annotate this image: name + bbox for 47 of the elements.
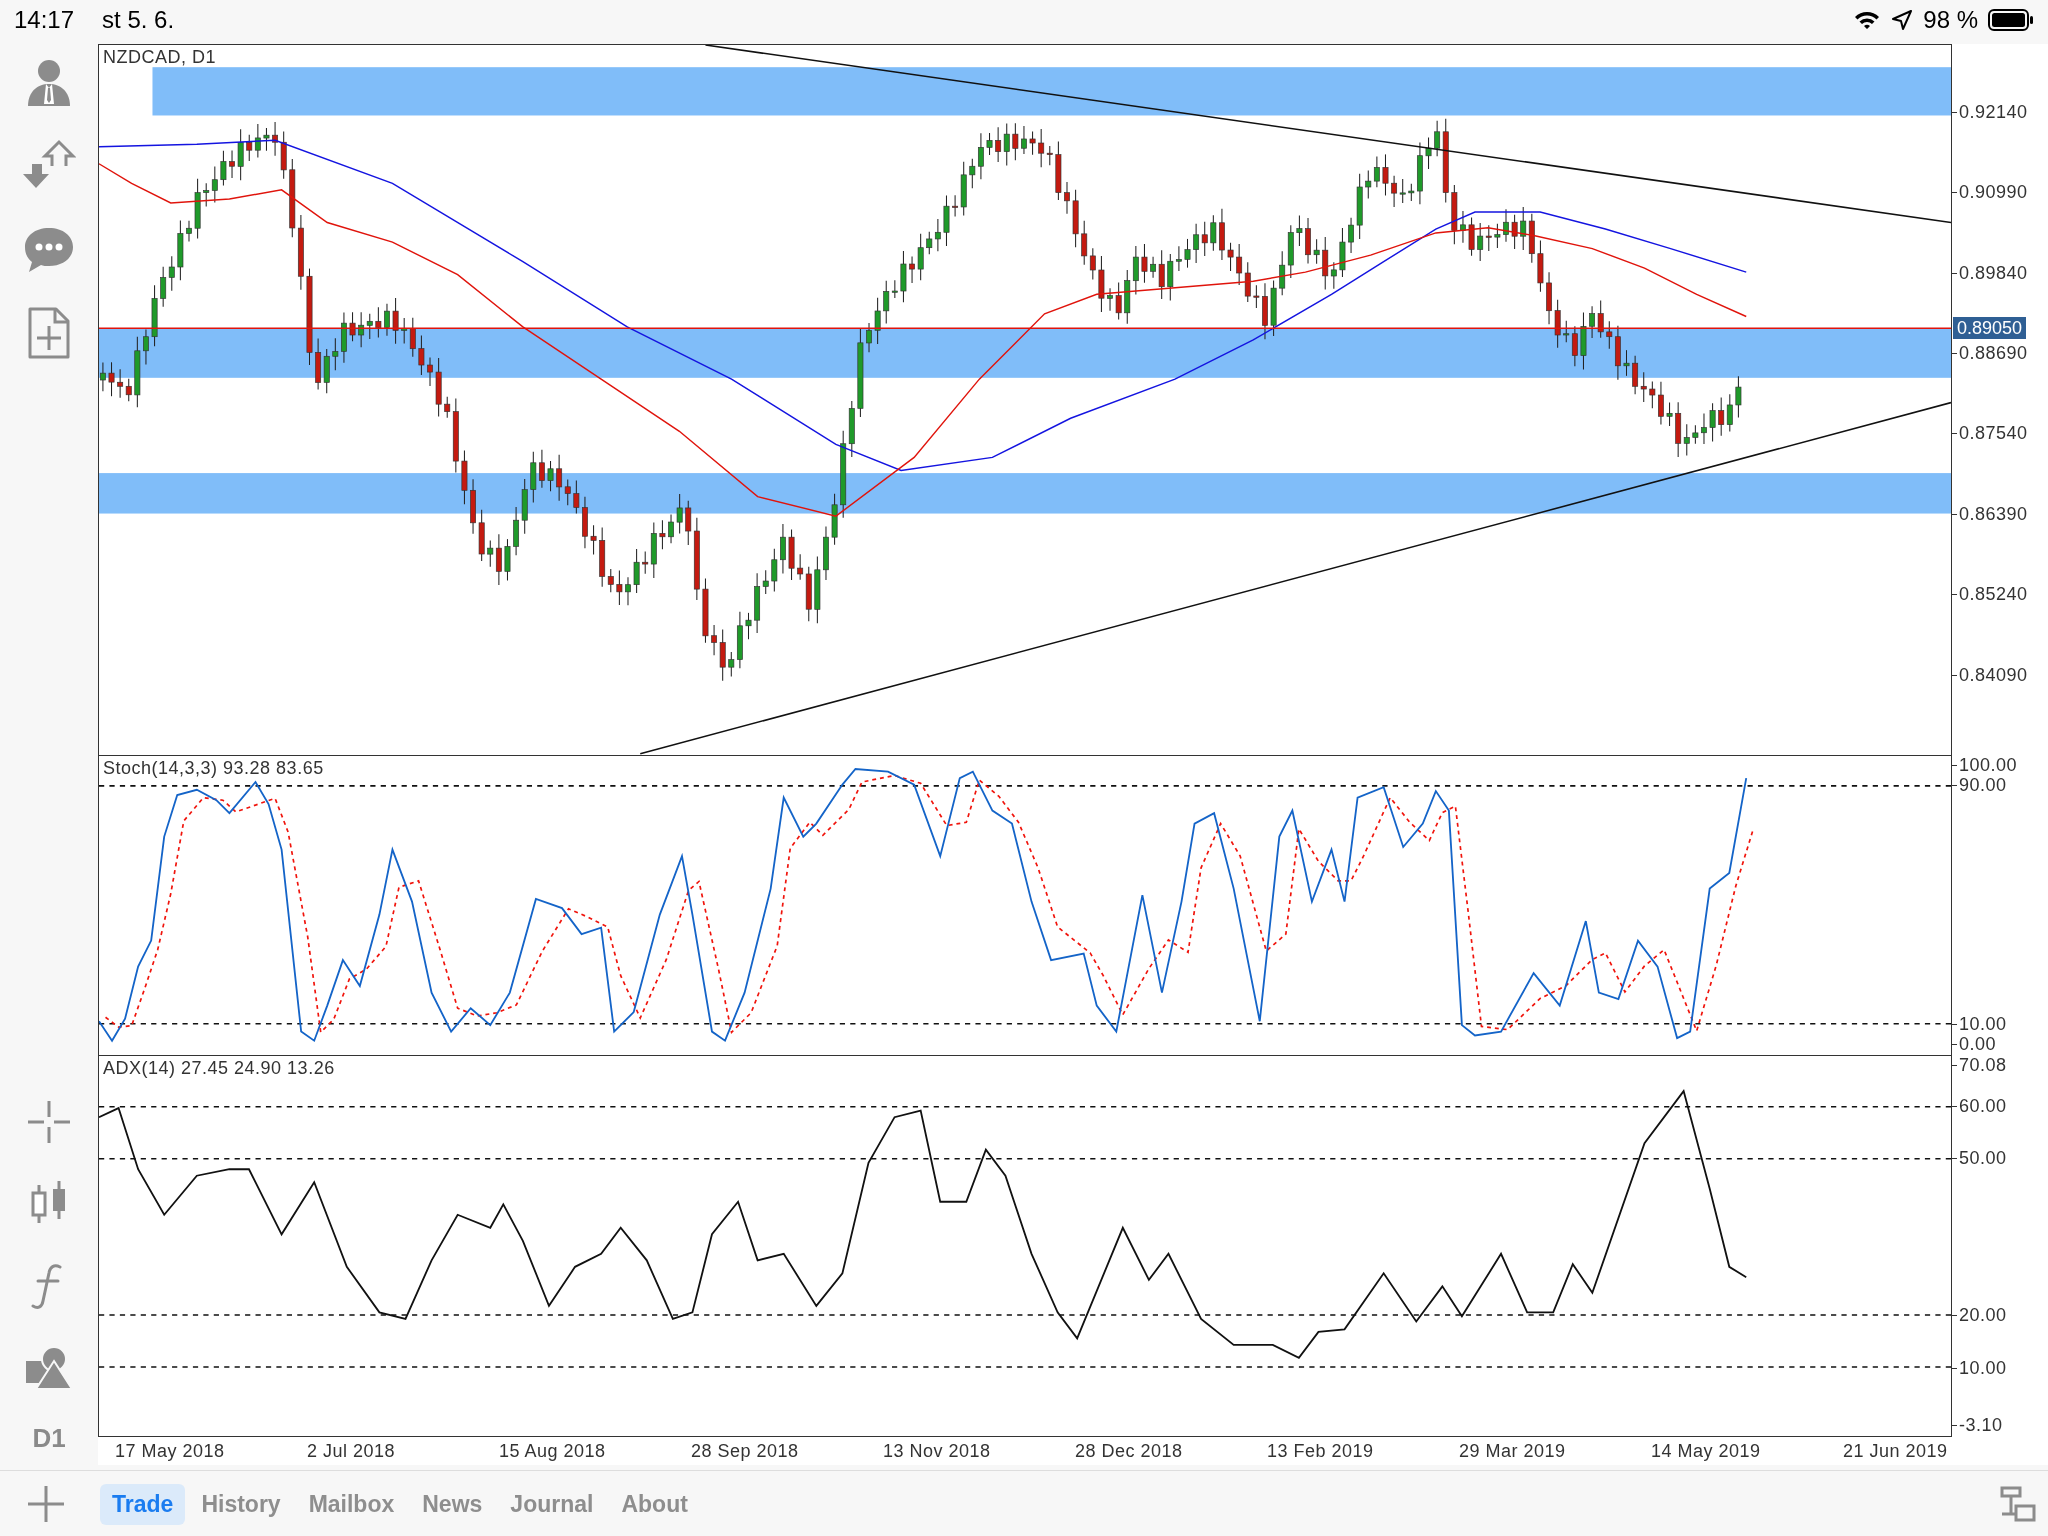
indicator-axis-label: 90.00 bbox=[1952, 775, 2007, 796]
indicator-axis-label: 60.00 bbox=[1952, 1096, 2007, 1116]
price-axis-label: 0.85240 bbox=[1952, 584, 2028, 605]
indicator-axis-label: -3.10 bbox=[1952, 1415, 2003, 1436]
battery-icon bbox=[1988, 8, 2034, 32]
wifi-icon bbox=[1853, 9, 1882, 31]
date-axis-label: 29 Mar 2019 bbox=[1458, 1440, 1567, 1462]
tab[interactable]: Journal bbox=[498, 1483, 606, 1525]
tab[interactable]: News bbox=[410, 1483, 495, 1525]
price-axis-label: 0.84090 bbox=[1952, 664, 2028, 685]
date-axis-label: 13 Nov 2018 bbox=[882, 1440, 992, 1462]
battery-percent: 98 % bbox=[1923, 6, 1978, 34]
price-axis-label: 0.90990 bbox=[1952, 182, 2028, 203]
price-axis-label: 0.89840 bbox=[1952, 262, 2028, 283]
price-axis-label: 0.87540 bbox=[1952, 423, 2028, 444]
indicator-axis-label: 10.00 bbox=[1952, 1357, 2007, 1378]
indicator-axis-label: 0.00 bbox=[1952, 1033, 1997, 1054]
layout-icon[interactable] bbox=[1998, 1484, 2038, 1524]
tab[interactable]: History bbox=[189, 1483, 293, 1525]
add-icon[interactable] bbox=[26, 1484, 66, 1524]
price-axis-label: 0.86390 bbox=[1952, 503, 2028, 524]
date-axis-label: 15 Aug 2018 bbox=[498, 1440, 607, 1462]
timeframe-button[interactable]: D1 bbox=[32, 1423, 66, 1454]
clock-time: 14:17 bbox=[14, 6, 75, 34]
date-axis-label: 13 Feb 2019 bbox=[1266, 1440, 1375, 1462]
date-axis-label: 28 Sep 2018 bbox=[690, 1440, 800, 1462]
date-axis-label: 14 May 2019 bbox=[1650, 1440, 1762, 1462]
tab[interactable]: Mailbox bbox=[296, 1483, 407, 1525]
tab[interactable]: About bbox=[609, 1483, 700, 1525]
chart-symbol-label: NZDCAD, D1 bbox=[103, 47, 216, 68]
indicator-axis-label: 20.00 bbox=[1952, 1305, 2007, 1326]
indicator-axis-label: 70.08 bbox=[1952, 1055, 2007, 1076]
tab[interactable]: Trade bbox=[100, 1483, 186, 1525]
date-axis-label: 28 Dec 2018 bbox=[1074, 1440, 1184, 1462]
price-axis-label: 0.88690 bbox=[1952, 343, 2028, 364]
indicator-axis-label: 50.00 bbox=[1952, 1148, 2007, 1169]
date-axis-label: 2 Jul 2018 bbox=[306, 1440, 397, 1462]
location-arrow-icon bbox=[1891, 9, 1914, 31]
indicator-axis-label: 100.00 bbox=[1952, 755, 2018, 776]
indicator-axis-label: 10.00 bbox=[1952, 1014, 2007, 1035]
status-date: st 5. 6. bbox=[102, 6, 175, 34]
current-price-label: 0.89050 bbox=[1953, 316, 2027, 339]
indicator-label: Stoch(14,3,3) 93.28 83.65 bbox=[103, 758, 324, 779]
indicator-label: ADX(14) 27.45 24.90 13.26 bbox=[103, 1058, 335, 1079]
price-axis-label: 0.92140 bbox=[1952, 101, 2028, 122]
date-axis-label: 21 Jun 2019 bbox=[1842, 1440, 1949, 1462]
date-axis-label: 17 May 2018 bbox=[114, 1440, 226, 1462]
